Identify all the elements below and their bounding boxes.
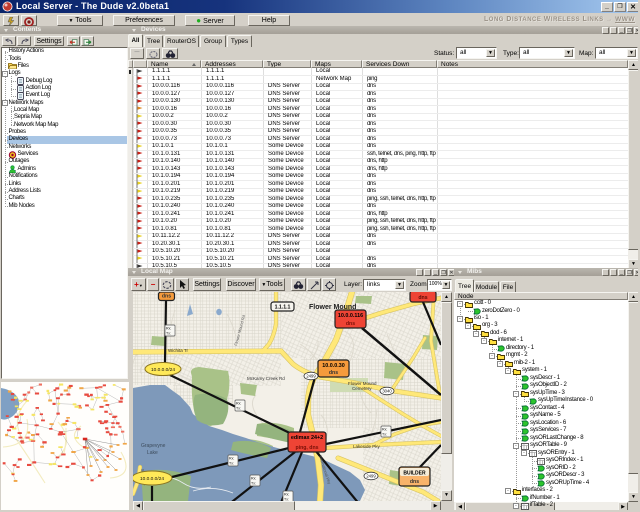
svg-text:Tx:: Tx: [382, 433, 387, 437]
svg-text:Grapevyne: Grapevyne [141, 443, 166, 449]
svg-text:McKamy Creek Rd: McKamy Creek Rd [247, 376, 285, 381]
svg-text:3040: 3040 [382, 389, 392, 394]
svg-text:Rx:: Rx: [284, 493, 289, 497]
svg-text:Tx:: Tx: [229, 462, 234, 466]
svg-text:Rx:: Rx: [166, 327, 171, 331]
svg-text:ping, dns: ping, dns [295, 445, 318, 451]
svg-text:Rx:: Rx: [382, 428, 387, 432]
svg-text:1.1.1.1: 1.1.1.1 [275, 305, 291, 311]
svg-text:10.0.0.116: 10.0.0.116 [338, 313, 363, 319]
svg-text:Lake: Lake [147, 450, 158, 456]
svg-text:dns: dns [162, 294, 171, 300]
svg-text:Tx:: Tx: [236, 407, 241, 411]
svg-text:Rx:: Rx: [251, 477, 256, 481]
svg-text:dns: dns [418, 295, 427, 301]
svg-text:Rx:: Rx: [236, 402, 241, 406]
svg-text:Tx:: Tx: [166, 332, 171, 336]
svg-text:edimax 24+2: edimax 24+2 [291, 435, 323, 441]
svg-text:dns: dns [329, 370, 338, 376]
svg-text:2499: 2499 [306, 374, 316, 379]
svg-text:10.0.0.30: 10.0.0.30 [322, 363, 344, 369]
svg-text:Cemetery: Cemetery [352, 386, 372, 391]
svg-text:10.0.0.0/24: 10.0.0.0/24 [151, 367, 175, 373]
svg-text:dns: dns [346, 321, 355, 327]
svg-text:Lakeside Pky: Lakeside Pky [353, 444, 381, 449]
svg-text:Rx:: Rx: [229, 457, 234, 461]
svg-text:Wichita Tr: Wichita Tr [168, 348, 189, 353]
svg-text:Tx:: Tx: [251, 482, 256, 486]
svg-text:2499: 2499 [366, 474, 376, 479]
svg-text:BUILDER: BUILDER [403, 471, 426, 477]
svg-text:dns: dns [410, 479, 419, 485]
svg-text:10.0.0.0/24: 10.0.0.0/24 [140, 476, 164, 482]
